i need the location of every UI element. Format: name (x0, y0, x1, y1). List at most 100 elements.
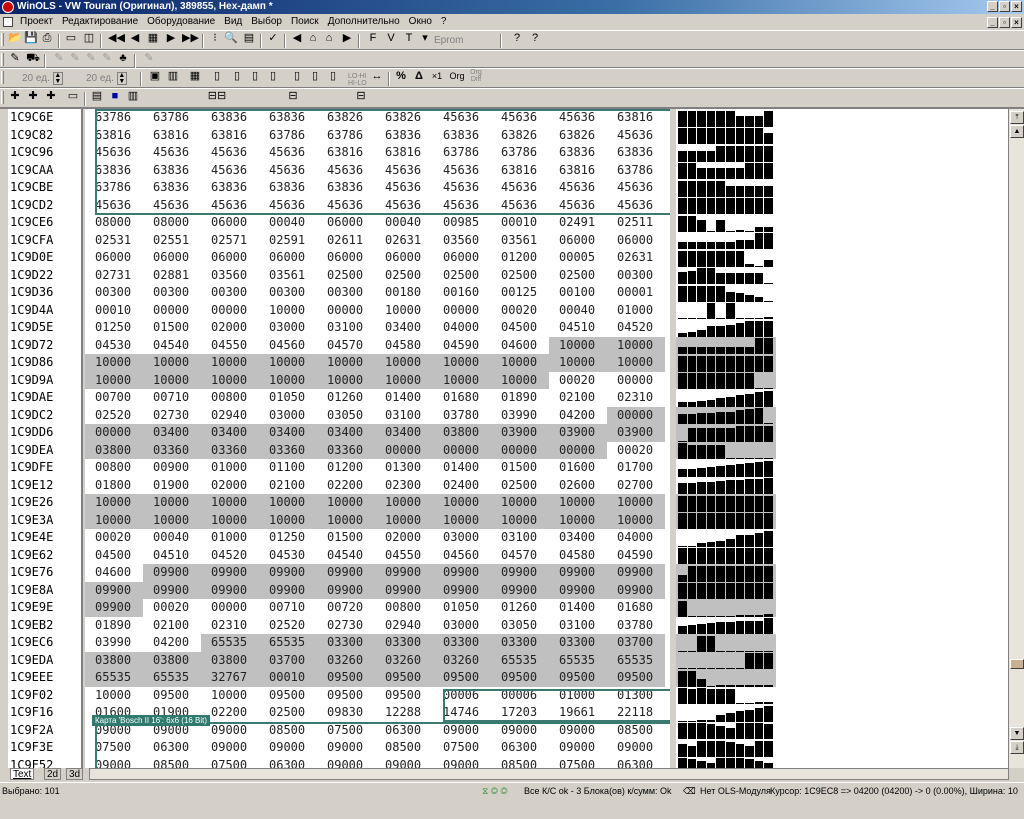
hex-cell[interactable]: 01200 (317, 459, 375, 477)
hex-cell[interactable]: 04000 (433, 319, 491, 337)
hex-cell[interactable]: 01700 (607, 459, 665, 477)
hex-cell[interactable]: 10000 (375, 371, 433, 389)
hex-cell[interactable]: 63836 (549, 144, 607, 162)
times-one-button[interactable]: ×1 (430, 69, 444, 83)
hex-cell[interactable]: 06000 (201, 214, 259, 232)
hex-cell[interactable]: 01300 (375, 459, 433, 477)
hex-cell[interactable]: 09900 (607, 564, 665, 582)
hex-cell[interactable]: 01890 (85, 617, 143, 635)
hex-cell[interactable]: 02310 (201, 617, 259, 635)
hex-cell[interactable]: 02200 (317, 477, 375, 495)
hex-cell[interactable]: 03700 (259, 651, 317, 669)
hex-cell[interactable]: 04590 (433, 337, 491, 355)
hex-cell[interactable]: 01300 (607, 687, 665, 705)
hex-cell[interactable]: 09000 (549, 739, 607, 757)
hex-cell[interactable]: 63836 (201, 109, 259, 127)
hex-cell[interactable]: 45636 (491, 197, 549, 215)
hex-cell[interactable]: 03260 (433, 651, 491, 669)
hex-cell[interactable]: 00010 (85, 302, 143, 320)
hex-cell[interactable]: 45636 (259, 162, 317, 180)
hex-cell[interactable]: 03050 (491, 617, 549, 635)
back-icon[interactable]: ◀ (290, 31, 304, 45)
hex-cell[interactable]: 63836 (143, 179, 201, 197)
hex-cell[interactable]: 63816 (491, 162, 549, 180)
hex-cell[interactable]: 03400 (375, 424, 433, 442)
hex-cell[interactable]: 63816 (317, 144, 375, 162)
project-icon[interactable]: ⌂ (306, 31, 320, 45)
hex-cell[interactable]: 09900 (491, 581, 549, 599)
hex-cell[interactable]: 10000 (143, 354, 201, 372)
tab-3d[interactable]: 3d (66, 768, 84, 780)
hex-cell[interactable]: 06000 (85, 249, 143, 267)
hex-cell[interactable]: 01680 (433, 389, 491, 407)
hex-cell[interactable]: 00710 (259, 599, 317, 617)
hex-cell[interactable]: 03300 (491, 634, 549, 652)
hex-cell[interactable]: 03900 (491, 424, 549, 442)
hex-cell[interactable]: 10000 (433, 354, 491, 372)
tab-text[interactable]: Text (10, 768, 35, 780)
hex-cell[interactable]: 02730 (317, 617, 375, 635)
hex-cell[interactable]: 45636 (491, 179, 549, 197)
hex-cell[interactable]: 07500 (317, 722, 375, 740)
hex-cell[interactable]: 00000 (491, 441, 549, 459)
horizontal-scrollbar[interactable] (89, 768, 1009, 780)
hex-cell[interactable]: 00000 (317, 302, 375, 320)
checksum-icon[interactable]: ✓ (266, 31, 280, 45)
hex-cell[interactable]: 10000 (317, 354, 375, 372)
tool-d-icon[interactable]: ✎ (100, 51, 114, 65)
hex-cell[interactable]: 09900 (375, 564, 433, 582)
hex-cell[interactable]: 03000 (259, 319, 317, 337)
v-button-icon[interactable]: V (384, 31, 398, 45)
hex-cell[interactable]: 03780 (607, 617, 665, 635)
save-icon[interactable]: 💾 (24, 31, 38, 45)
hex-cell[interactable]: 03400 (375, 319, 433, 337)
menu-item[interactable]: Окно (409, 14, 432, 30)
hex-cell[interactable]: 09900 (259, 564, 317, 582)
hex-cell[interactable]: 04520 (607, 319, 665, 337)
view-b-icon[interactable]: ▥ (166, 69, 180, 83)
hex-cell[interactable]: 09500 (433, 669, 491, 687)
first-icon[interactable]: ◀◀ (108, 31, 125, 45)
hex-cell[interactable]: 00160 (433, 284, 491, 302)
hex-cell[interactable]: 03360 (317, 441, 375, 459)
hex-cell[interactable]: 65535 (201, 634, 259, 652)
hex-cell[interactable]: 14746 (433, 704, 491, 722)
hex-cell[interactable]: 00020 (143, 599, 201, 617)
hex-cell[interactable]: 45636 (433, 109, 491, 127)
hex-cell[interactable]: 02591 (259, 232, 317, 250)
hex-cell[interactable]: 63836 (375, 127, 433, 145)
hex-cell[interactable]: 06000 (259, 249, 317, 267)
hex-cell[interactable]: 32767 (201, 669, 259, 687)
hex-cell[interactable]: 45636 (259, 144, 317, 162)
hex-cell[interactable]: 10000 (375, 494, 433, 512)
hex-cell[interactable]: 09900 (317, 564, 375, 582)
hex-cell[interactable]: 04520 (201, 547, 259, 565)
hex-cell[interactable]: 45636 (375, 197, 433, 215)
hex-cell[interactable]: 02500 (259, 704, 317, 722)
hex-cell[interactable]: 02631 (607, 249, 665, 267)
hex-cell[interactable]: 03560 (201, 267, 259, 285)
hex-cell[interactable]: 63836 (143, 162, 201, 180)
hex-cell[interactable]: 02600 (549, 477, 607, 495)
hex-cell[interactable]: 02000 (375, 529, 433, 547)
hex-cell[interactable]: 01500 (491, 459, 549, 477)
hex-cell[interactable]: 09900 (143, 581, 201, 599)
hex-cell[interactable]: 00800 (375, 599, 433, 617)
dec-icon[interactable]: ▯ (290, 69, 304, 83)
tool-4-icon[interactable]: ▭ (66, 89, 80, 103)
hex-cell[interactable]: 03990 (491, 407, 549, 425)
hex-cell[interactable]: 63786 (85, 179, 143, 197)
hex-cell[interactable]: 02551 (143, 232, 201, 250)
hex-cell[interactable]: 65535 (259, 634, 317, 652)
hex-cell[interactable]: 00300 (143, 284, 201, 302)
tool-7-icon[interactable]: ▥ (126, 89, 140, 103)
scroll-up-icon[interactable]: ▲ (1010, 125, 1024, 138)
hex-cell[interactable]: 63816 (143, 127, 201, 145)
hex-cell[interactable]: 65535 (491, 651, 549, 669)
hex-cell[interactable]: 02881 (143, 267, 201, 285)
hex-cell[interactable]: 02100 (259, 477, 317, 495)
tool-6-icon[interactable]: ■ (108, 89, 122, 103)
menu-item[interactable]: Поиск (291, 14, 319, 30)
hex-cell[interactable]: 03300 (549, 634, 607, 652)
hex-cell[interactable]: 02300 (375, 477, 433, 495)
